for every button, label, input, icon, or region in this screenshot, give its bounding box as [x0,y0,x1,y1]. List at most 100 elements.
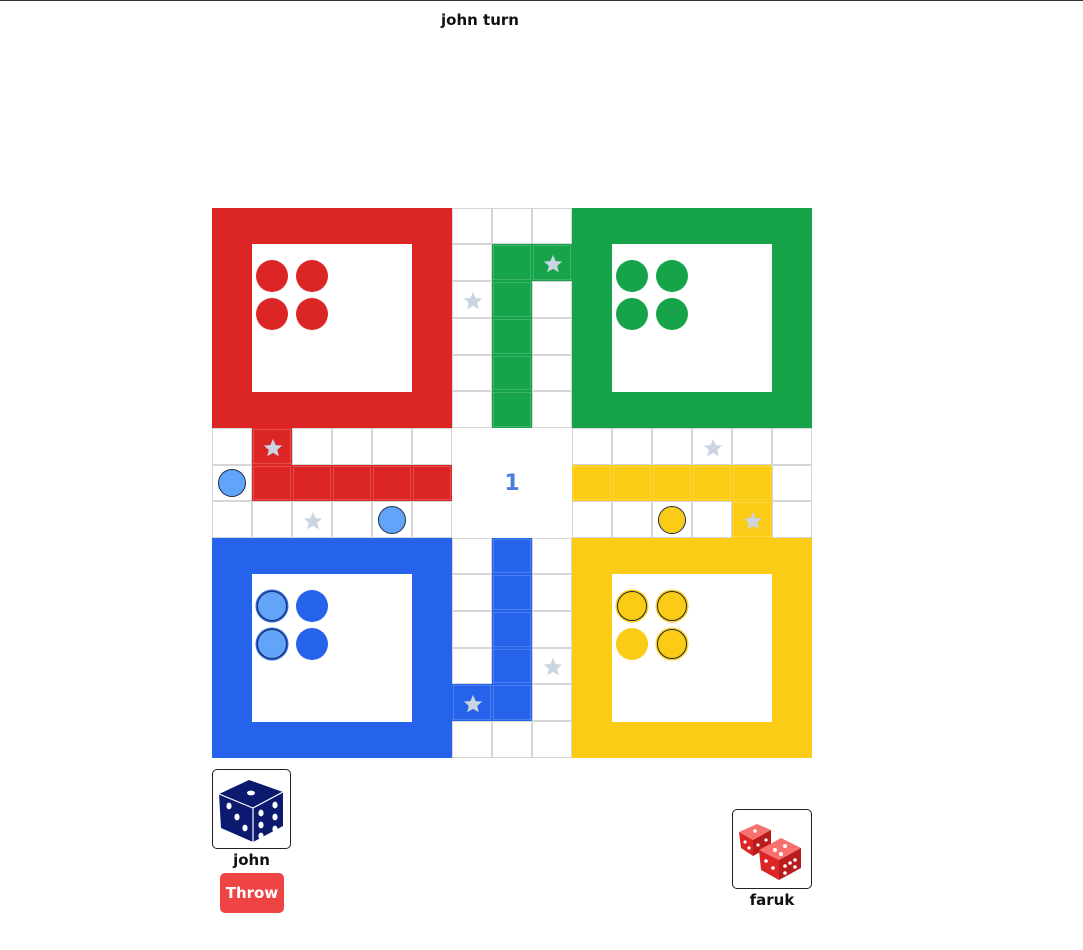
john-dice-button[interactable] [212,769,291,849]
track-cell[interactable] [492,208,532,244]
faruk-dice-button[interactable] [732,809,812,889]
red-home-spot [256,260,288,292]
track-cell[interactable] [332,428,372,465]
track-cell[interactable] [412,501,452,538]
yellow-token[interactable] [657,591,687,621]
track-cell[interactable] [452,721,492,758]
track-cell[interactable] [452,244,492,281]
track-cell[interactable] [492,721,532,758]
track-cell[interactable] [532,318,572,355]
track-cell[interactable] [452,574,492,611]
track-cell[interactable] [212,428,252,465]
track-cell[interactable] [252,465,292,501]
track-cell[interactable] [532,574,572,611]
blue-token[interactable] [257,629,287,659]
track-cell[interactable] [532,208,572,244]
track-cell[interactable] [492,538,532,574]
track-cell[interactable] [492,281,532,318]
track-cell[interactable] [452,318,492,355]
top-divider [0,0,1083,1]
track-cell[interactable] [532,281,572,318]
track-cell[interactable] [372,465,412,501]
track-cell[interactable] [652,465,692,501]
track-cell[interactable] [652,428,692,465]
track-cell[interactable] [252,428,292,465]
track-cell[interactable] [492,574,532,611]
throw-button[interactable]: Throw [220,873,284,913]
track-cell[interactable] [572,428,612,465]
track-cell[interactable] [292,428,332,465]
track-cell[interactable] [452,684,492,721]
track-cell[interactable] [692,501,732,538]
track-cell[interactable] [532,355,572,391]
track-cell[interactable] [492,318,532,355]
track-cell[interactable] [692,465,732,501]
track-cell[interactable] [492,648,532,684]
red-home-spot [256,298,288,330]
track-cell[interactable] [332,465,372,501]
single-dice-icon [218,780,284,842]
player-name-john: john [233,851,270,869]
safe-star-icon [302,510,324,532]
track-cell[interactable] [412,428,452,465]
safe-star-icon [462,693,484,715]
double-dice-icon [739,824,801,880]
center-number: 1 [504,471,520,496]
track-cell[interactable] [452,648,492,684]
yellow-token[interactable] [657,629,687,659]
track-cell[interactable] [452,208,492,244]
track-cell[interactable] [332,501,372,538]
ludo-board: 1 [212,208,812,758]
track-cell[interactable] [292,501,332,538]
track-cell[interactable] [732,428,772,465]
blue-token[interactable] [378,506,406,534]
track-cell[interactable] [252,501,292,538]
blue-home-spot [296,590,328,622]
track-cell[interactable] [452,538,492,574]
safe-star-icon [462,290,484,312]
track-cell[interactable] [492,611,532,648]
player-name-faruk: faruk [749,891,795,909]
track-cell[interactable] [612,428,652,465]
red-home-spot [296,260,328,292]
track-cell[interactable] [772,501,812,538]
track-cell[interactable] [492,244,532,281]
track-cell[interactable] [412,465,452,501]
track-cell[interactable] [492,391,532,428]
track-cell[interactable] [532,538,572,574]
track-cell[interactable] [452,611,492,648]
yellow-token[interactable] [617,591,647,621]
yellow-token[interactable] [658,506,686,534]
track-cell[interactable] [212,501,252,538]
track-cell[interactable] [492,355,532,391]
red-home-spot [296,298,328,330]
track-cell[interactable] [452,281,492,318]
blue-token[interactable] [218,469,246,497]
blue-token[interactable] [257,591,287,621]
track-cell[interactable] [532,391,572,428]
track-cell[interactable] [692,428,732,465]
track-cell[interactable] [532,244,572,281]
track-cell[interactable] [612,465,652,501]
track-cell[interactable] [772,465,812,501]
green-home-spot [616,298,648,330]
red-yard [212,208,452,428]
turn-indicator: john turn [441,11,519,29]
track-cell[interactable] [532,684,572,721]
track-cell[interactable] [572,465,612,501]
track-cell[interactable] [732,501,772,538]
track-cell[interactable] [532,648,572,684]
track-cell[interactable] [532,611,572,648]
track-cell[interactable] [372,428,412,465]
track-cell[interactable] [772,428,812,465]
track-cell[interactable] [612,501,652,538]
track-cell[interactable] [492,684,532,721]
track-cell[interactable] [292,465,332,501]
track-cell[interactable] [452,355,492,391]
track-cell[interactable] [532,721,572,758]
safe-star-icon [542,253,564,275]
track-cell[interactable] [452,391,492,428]
yellow-yard [572,538,812,758]
track-cell[interactable] [572,501,612,538]
track-cell[interactable] [732,465,772,501]
